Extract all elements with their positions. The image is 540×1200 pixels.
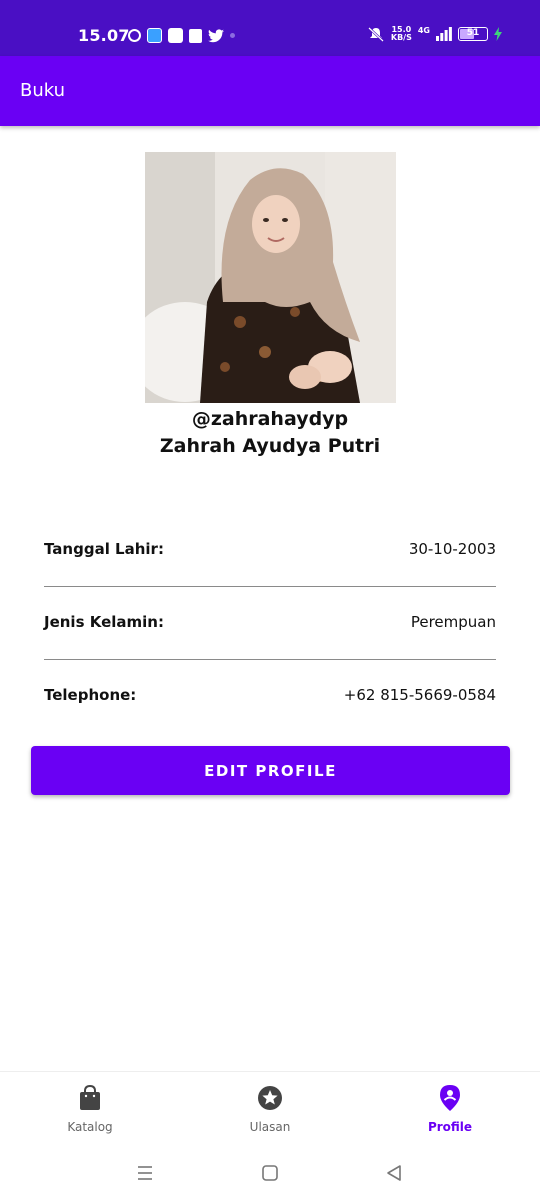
username: @zahrahaydyp: [191, 408, 349, 430]
divider: [44, 586, 496, 587]
gender-label: Jenis Kelamin:: [44, 613, 164, 631]
shopee-icon: [189, 28, 202, 43]
status-bar: 15.07 15.0 KB/S 4G 51: [0, 0, 540, 56]
signal-icon: [436, 27, 452, 41]
app-notification-icon: [147, 28, 162, 43]
gender-value: Perempuan: [410, 613, 496, 631]
telephone-value: +62 815-5669-0584: [343, 686, 496, 704]
charging-icon: [494, 27, 502, 41]
info-row-birthdate: Tanggal Lahir: 30-10-2003: [44, 530, 496, 570]
notification-icons: [128, 28, 235, 43]
info-row-gender: Jenis Kelamin: Perempuan: [44, 603, 496, 643]
twitter-icon: [208, 28, 224, 42]
full-name: Zahrah Ayudya Putri: [159, 435, 381, 457]
nav-item-ulasan[interactable]: Ulasan: [180, 1072, 360, 1148]
profile-photo-image: [145, 152, 396, 403]
nav-label-ulasan: Ulasan: [249, 1120, 291, 1134]
app-bar: Buku: [0, 56, 540, 126]
edit-profile-button[interactable]: EDIT PROFILE: [31, 746, 510, 795]
nav-item-katalog[interactable]: Katalog: [0, 1072, 180, 1148]
telephone-label: Telephone:: [44, 686, 137, 704]
status-right: 15.0 KB/S 4G 51: [367, 26, 502, 42]
profile-photo: [145, 152, 396, 403]
nav-label-profile: Profile: [427, 1120, 473, 1134]
more-notifications-icon: [230, 33, 235, 38]
back-icon[interactable]: [382, 1161, 406, 1185]
birthdate-label: Tanggal Lahir:: [44, 540, 164, 558]
shopping-bag-icon: [80, 1084, 100, 1110]
network-speed: 15.0 KB/S: [391, 26, 412, 42]
info-row-telephone: Telephone: +62 815-5669-0584: [44, 676, 496, 716]
location-pin-icon: [440, 1085, 460, 1111]
nav-label-katalog: Katalog: [67, 1120, 113, 1134]
battery-level: 51: [466, 28, 480, 38]
battery-icon: 51: [458, 27, 488, 41]
home-icon[interactable]: [258, 1161, 282, 1185]
system-navigation-bar: [0, 1147, 540, 1200]
menu-icon[interactable]: [133, 1161, 157, 1185]
mute-icon: [368, 27, 384, 42]
bottom-navigation: Katalog Ulasan Profile: [0, 1071, 540, 1147]
birthdate-value: 30-10-2003: [408, 540, 496, 558]
network-speed-unit: KB/S: [390, 33, 412, 42]
nav-item-profile[interactable]: Profile: [360, 1072, 540, 1148]
sync-icon: [128, 29, 141, 42]
star-icon: [258, 1086, 282, 1110]
network-type: 4G: [417, 25, 430, 35]
app-notification-icon: [168, 28, 183, 43]
status-time: 15.07: [78, 26, 130, 45]
divider: [44, 659, 496, 660]
app-title: Buku: [20, 80, 66, 101]
